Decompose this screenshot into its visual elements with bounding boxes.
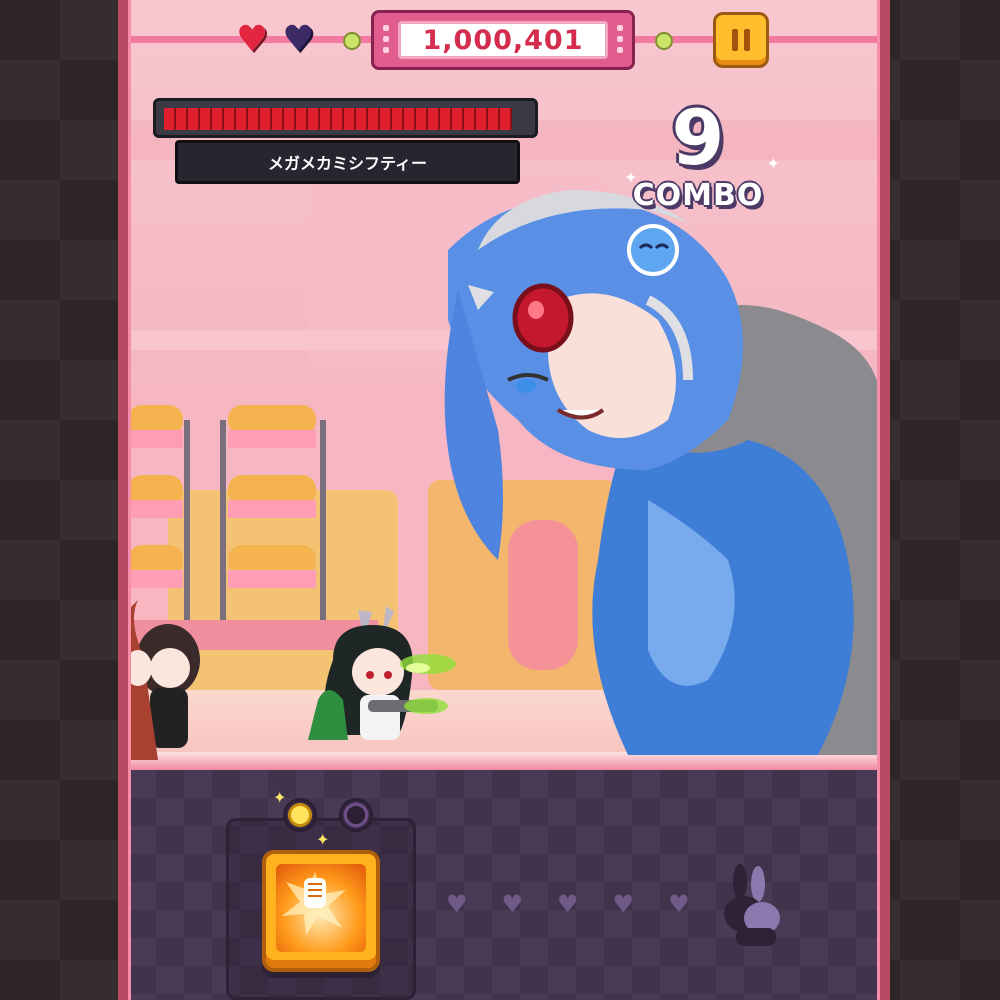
heart-icon: ♥ [557, 890, 579, 918]
heart-icon: ♥ [612, 890, 635, 918]
combo-count: 9 [671, 93, 725, 182]
boss-health-fill [164, 108, 512, 130]
heart-icon: ♥ [446, 890, 468, 918]
skill-button[interactable] [262, 850, 380, 972]
control-panel: ✦ ✦ ♥ ♥ ♥ ♥ ♥ [128, 770, 880, 1000]
boss-health-panel: メガメカミシフティー [153, 98, 538, 188]
skill-charge-orb [283, 798, 317, 832]
heart-icon: ♥ [282, 19, 315, 60]
score-panel: 1,000,401 [371, 10, 635, 70]
hud-dot [343, 32, 361, 50]
progress-hearts: ♥ ♥ ♥ ♥ ♥ [446, 890, 690, 918]
sparkle-icon: ✦ [316, 830, 330, 849]
combo-label: COMBO [632, 178, 764, 213]
sparkle-icon: ✦ [766, 154, 780, 173]
boss-health-bar [153, 98, 538, 138]
punch-burst-icon [276, 864, 366, 952]
game-screen: ♥ ♥ 1,000,401 メガメカミシフティー 9 COMBO ✦ ✦ ✦ ✦ [118, 0, 890, 1000]
score-value: 1,000,401 [398, 21, 608, 59]
pause-icon [732, 29, 750, 51]
hud-dot [655, 32, 673, 50]
heart-icon: ♥ [236, 19, 269, 60]
lives-display: ♥ ♥ [236, 22, 315, 58]
boss-name: メガメカミシフティー [175, 140, 520, 184]
heart-icon: ♥ [668, 890, 690, 918]
bunny-icon [724, 864, 780, 946]
sparkle-icon: ✦ [273, 788, 287, 807]
heart-icon: ♥ [501, 890, 524, 918]
combo-counter: 9 COMBO ✦ ✦ [618, 93, 780, 214]
pause-button[interactable] [713, 12, 769, 68]
skill-charge-orb [339, 798, 373, 832]
sparkle-icon: ✦ [624, 168, 638, 187]
